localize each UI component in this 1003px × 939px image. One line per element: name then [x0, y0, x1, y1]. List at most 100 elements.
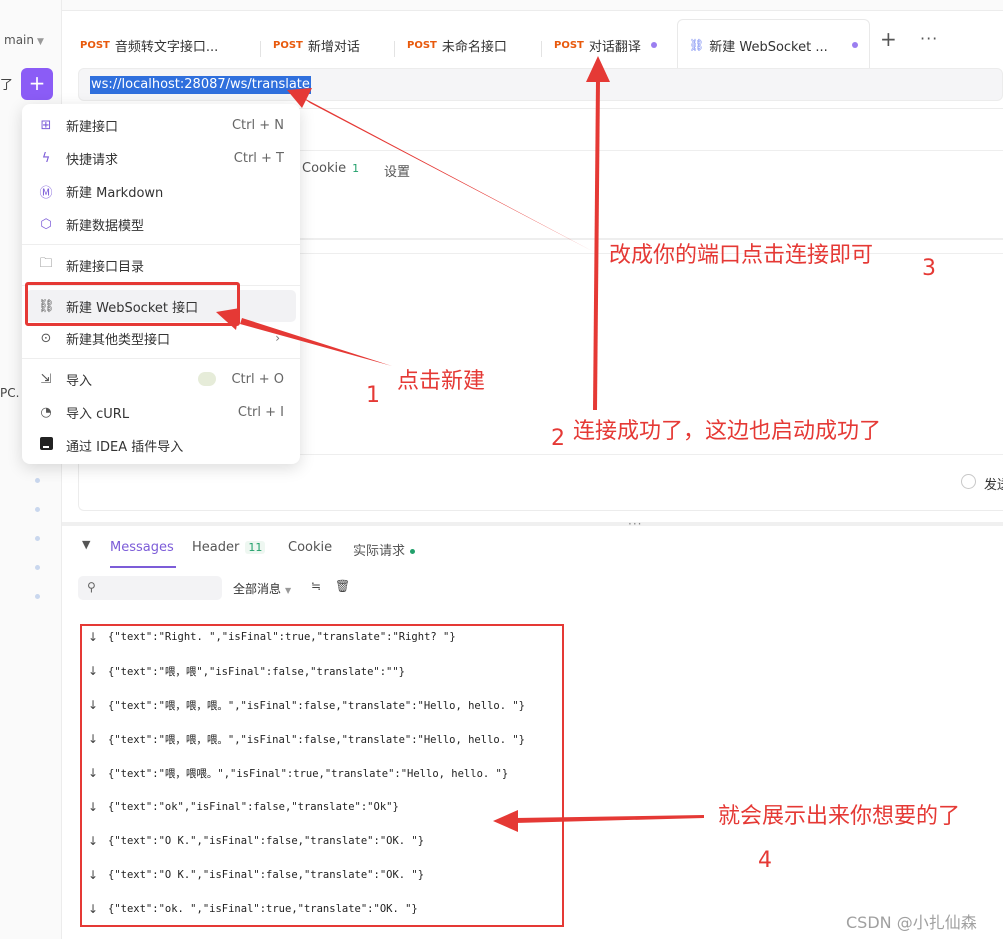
- tab-header[interactable]: Header 11: [192, 540, 266, 555]
- tab-separator: [260, 41, 261, 57]
- arrow-down-icon: ↓: [88, 664, 99, 678]
- trash-icon[interactable]: 🗑: [335, 579, 350, 593]
- arrow-down-icon: ↓: [88, 834, 99, 848]
- arrow-down-icon: ↓: [88, 766, 99, 780]
- menu-separator: [22, 244, 300, 245]
- lightning-icon: ϟ: [41, 150, 51, 166]
- message-row[interactable]: ↓ {"text":"喂，喂喂。","isFinal":true,"transla…: [88, 763, 508, 783]
- drag-handle-icon[interactable]: ···: [628, 517, 642, 531]
- annotation-3-text: 改成你的端口点击连接即可: [609, 243, 874, 268]
- menu-item-import-curl[interactable]: ◔ 导入 cURL Ctrl + I: [22, 396, 300, 428]
- tree-dot: [35, 565, 40, 570]
- menu-item-label: 导入: [66, 373, 93, 389]
- menu-item-label: 快捷请求: [66, 152, 119, 168]
- message-search-input[interactable]: ⚲: [78, 576, 222, 600]
- header-count: 11: [245, 541, 266, 554]
- message-text: {"text":"ok","isFinal":false,"translate"…: [108, 801, 399, 813]
- more-tabs-icon[interactable]: ···: [920, 29, 938, 48]
- message-row[interactable]: ↓ {"text":"ok","isFinal":false,"translate…: [88, 797, 399, 817]
- message-row[interactable]: ↓ {"text":"喂，喂，喂。","isFinal":false,"trans…: [88, 729, 525, 749]
- message-row[interactable]: ↓ {"text":"O K.","isFinal":false,"transla…: [88, 865, 424, 885]
- tab-messages[interactable]: Messages: [110, 540, 174, 555]
- url-input[interactable]: ws://localhost:28087/ws/translate: [78, 68, 1003, 101]
- tab-label: 新建 WebSocket ...: [709, 39, 828, 55]
- annotation-2-number: 2: [551, 426, 565, 451]
- annotation-1-text: 点击新建: [397, 369, 486, 394]
- tree-dot: [35, 478, 40, 483]
- menu-item-new-data-model[interactable]: ⬡ 新建数据模型: [22, 208, 300, 240]
- unsaved-dot: [650, 42, 657, 48]
- message-row[interactable]: ↓ {"text":"O K.","isFinal":false,"transla…: [88, 831, 424, 851]
- top-strip: [62, 0, 1003, 11]
- menu-item-new-folder[interactable]: 🗀 新建接口目录: [22, 249, 300, 281]
- branch-selector[interactable]: main ▼: [4, 33, 44, 47]
- message-row[interactable]: ↓ {"text":"喂，喂","isFinal":false,"translat…: [88, 661, 405, 681]
- message-text: {"text":"喂，喂，喂。","isFinal":false,"transl…: [108, 733, 526, 746]
- request-tab-cookie[interactable]: Cookie 1: [302, 161, 359, 176]
- tab-dialog-translate[interactable]: POST 对话翻译: [554, 31, 657, 59]
- message-text: {"text":"喂，喂喂。","isFinal":true,"translat…: [108, 767, 509, 780]
- method-badge: POST: [80, 39, 110, 51]
- tab-unnamed-api[interactable]: POST 未命名接口: [407, 31, 507, 59]
- menu-item-new-other-type[interactable]: ⊙ 新建其他类型接口 ›: [22, 322, 300, 354]
- message-row[interactable]: ↓ {"text":"ok. ","isFinal":true,"translat…: [88, 899, 418, 919]
- request-tab-settings[interactable]: 设置: [384, 161, 410, 180]
- tab-audio-to-text[interactable]: POST 音频转文字接口...: [80, 31, 218, 59]
- message-text: {"text":"ok. ","isFinal":true,"translate…: [108, 903, 418, 915]
- arrow-down-icon: ↓: [88, 868, 99, 882]
- method-badge: POST: [273, 39, 303, 51]
- arrow-down-icon: ↓: [88, 698, 99, 712]
- tab-separator: [541, 41, 542, 57]
- import-icon: ⇲: [40, 371, 52, 387]
- highlight-box-websocket: [25, 282, 240, 326]
- menu-item-label: 通过 IDEA 插件导入: [66, 439, 184, 455]
- curl-icon: ◔: [40, 404, 52, 420]
- url-text-selected: ws://localhost:28087/ws/translate: [90, 76, 311, 94]
- annotation-1-number: 1: [366, 383, 380, 408]
- menu-item-new-markdown[interactable]: Ⓜ 新建 Markdown: [22, 175, 300, 207]
- annotation-4-text: 就会展示出来你想要的了: [718, 804, 961, 829]
- tab-bar: POST 音频转文字接口... POST 新增对话 POST 未命名接口 POS…: [62, 11, 1003, 69]
- menu-item-import[interactable]: ⇲ 导入 Ctrl + O: [22, 363, 300, 395]
- collapse-chevron-icon[interactable]: ▼: [82, 538, 90, 551]
- messages-toolbar: ⚲ 全部消息 ▼ ≒ 🗑: [78, 576, 1003, 600]
- import-formats-icon: [198, 372, 216, 386]
- tab-actual-request[interactable]: 实际请求: [353, 540, 416, 559]
- tab-new-conversation[interactable]: POST 新增对话: [273, 31, 360, 59]
- sidebar-partial-text-2: PC.: [0, 386, 20, 400]
- panel-splitter[interactable]: [62, 522, 1003, 526]
- message-filter-select[interactable]: 全部消息 ▼: [233, 580, 291, 597]
- message-row[interactable]: ↓ {"text":"Right. ","isFinal":true,"trans…: [88, 627, 456, 647]
- chevron-down-icon: ▼: [36, 37, 44, 47]
- annotation-3-number: 3: [922, 256, 936, 281]
- tab-separator: [394, 41, 395, 57]
- message-row[interactable]: ↓ {"text":"喂，喂，喂。","isFinal":false,"trans…: [88, 695, 525, 715]
- sort-icon[interactable]: ≒: [311, 579, 321, 593]
- menu-item-label: 新建 Markdown: [66, 185, 164, 201]
- tree-dot: [35, 594, 40, 599]
- new-item-plus-button[interactable]: +: [21, 68, 53, 100]
- watermark: CSDN @小扎仙森: [846, 913, 977, 932]
- plus-icon: +: [28, 71, 46, 95]
- websocket-icon: ⛓: [689, 38, 705, 52]
- menu-item-import-idea[interactable]: 通过 IDEA 插件导入: [22, 429, 300, 461]
- menu-item-label: 导入 cURL: [66, 406, 130, 422]
- message-text: {"text":"O K.","isFinal":false,"translat…: [108, 869, 425, 881]
- send-option-label: 发送: [984, 478, 1003, 493]
- add-tab-icon[interactable]: +: [880, 27, 897, 51]
- tab-new-websocket[interactable]: ⛓ 新建 WebSocket ...: [689, 31, 858, 59]
- message-text: {"text":"Right. ","isFinal":true,"transl…: [108, 631, 456, 643]
- tab-cookie[interactable]: Cookie: [288, 540, 332, 555]
- menu-item-new-api[interactable]: ⊞ 新建接口 Ctrl + N: [22, 109, 300, 141]
- method-badge: POST: [554, 39, 584, 51]
- message-text: {"text":"喂，喂，喂。","isFinal":false,"transl…: [108, 699, 526, 712]
- tree-dot: [35, 507, 40, 512]
- idea-icon: [38, 436, 54, 454]
- messages-list-highlight: ↓ {"text":"Right. ","isFinal":true,"trans…: [80, 624, 564, 927]
- tab-label: Header: [192, 540, 240, 555]
- menu-item-quick-request[interactable]: ϟ 快捷请求 Ctrl + T: [22, 142, 300, 174]
- send-option-checkbox[interactable]: [961, 474, 976, 489]
- arrow-down-icon: ↓: [88, 732, 99, 746]
- markdown-icon: Ⓜ: [39, 185, 53, 201]
- menu-item-label: 新建其他类型接口: [66, 332, 171, 348]
